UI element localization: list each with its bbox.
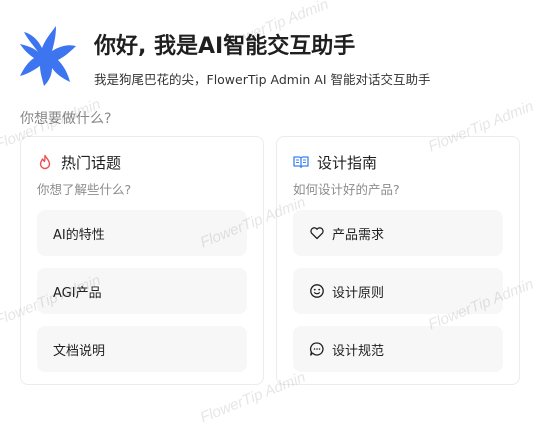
smile-icon — [309, 283, 325, 299]
card-description: 你想了解些什么? — [37, 182, 132, 197]
item-label: 产品需求 — [332, 227, 385, 243]
heart-icon — [309, 225, 325, 241]
card-title: 设计指南 — [317, 153, 378, 172]
topic-item-agi-products[interactable]: AGI产品 — [37, 268, 247, 314]
card-header: 热门话题 — [37, 152, 121, 172]
item-label: 设计原则 — [332, 285, 385, 301]
page-title: 你好, 我是AI智能交互助手 — [94, 34, 356, 59]
topic-item-docs[interactable]: 文档说明 — [37, 326, 247, 372]
item-label: 文档说明 — [53, 343, 106, 359]
guide-item-product-requirements[interactable]: 产品需求 — [293, 210, 503, 256]
book-icon — [293, 154, 309, 170]
fire-icon — [37, 154, 53, 170]
guide-item-design-principles[interactable]: 设计原则 — [293, 268, 503, 314]
item-label: 设计规范 — [332, 343, 385, 359]
page-subtitle: 我是狗尾巴花的尖，FlowerTip Admin AI 智能对话交互助手 — [94, 72, 431, 87]
hot-topics-card: 热门话题 你想了解些什么? AI的特性 AGI产品 文档说明 — [20, 136, 264, 385]
topic-item-ai-features[interactable]: AI的特性 — [37, 210, 247, 256]
comment-icon — [309, 341, 325, 357]
item-label: AGI产品 — [53, 285, 102, 301]
card-description: 如何设计好的产品? — [293, 182, 400, 197]
prompt-label: 你想要做什么? — [20, 111, 112, 127]
guide-item-design-specs[interactable]: 设计规范 — [293, 326, 503, 372]
header: 你好, 我是AI智能交互助手 我是狗尾巴花的尖，FlowerTip Admin … — [18, 24, 528, 88]
item-label: AI的特性 — [53, 227, 105, 243]
design-guide-card: 设计指南 如何设计好的产品? 产品需求 设计原则 设计规范 — [276, 136, 520, 385]
card-title: 热门话题 — [61, 153, 122, 172]
card-header: 设计指南 — [293, 152, 377, 172]
flower-logo-icon — [18, 24, 80, 86]
